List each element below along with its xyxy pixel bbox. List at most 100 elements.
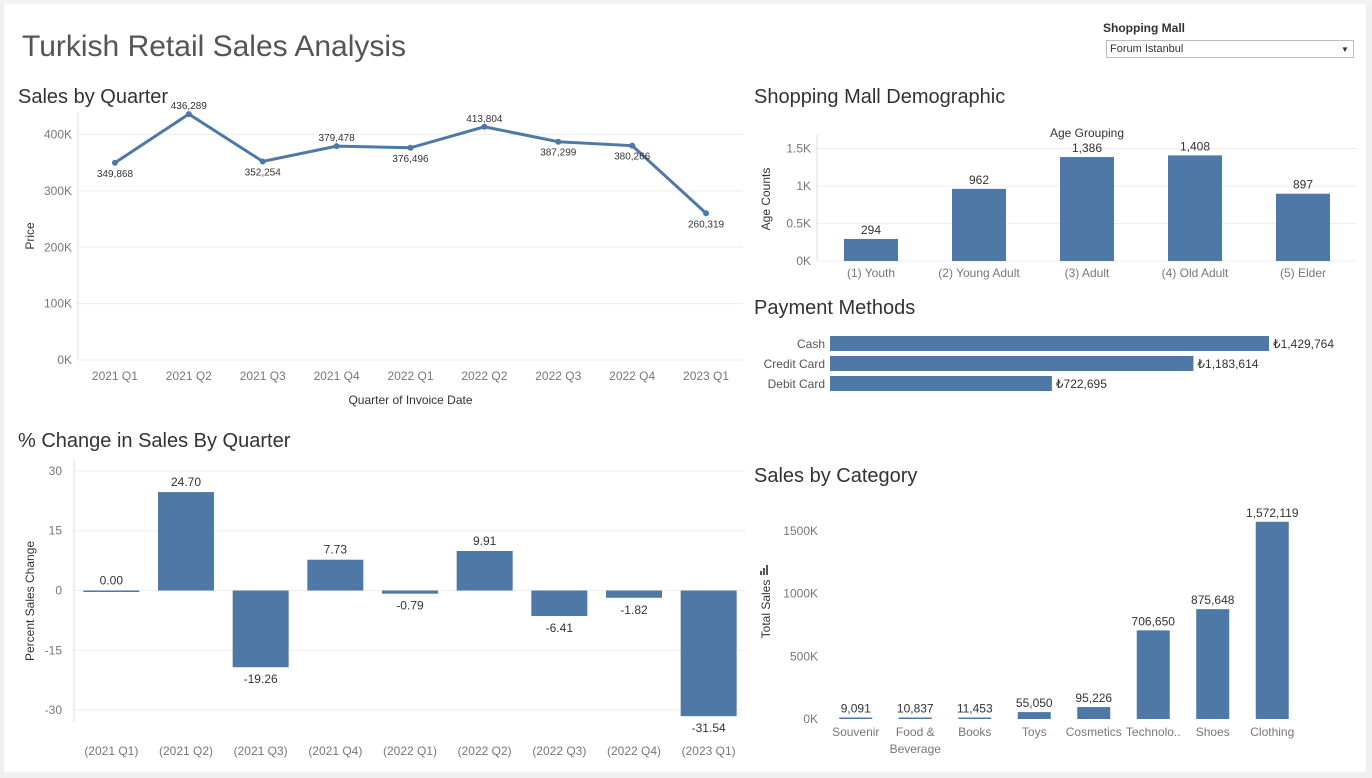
category-data-label: 11,453 bbox=[957, 702, 993, 716]
demo-bar bbox=[844, 238, 898, 261]
pct-ytick: 15 bbox=[49, 524, 63, 538]
category-bar bbox=[1255, 521, 1289, 719]
demo-xtick: (4) Old Adult bbox=[1162, 266, 1229, 280]
pct-bar bbox=[83, 590, 140, 592]
pct-xtick: (2023 Q1) bbox=[682, 744, 736, 758]
pct-xtick: (2022 Q1) bbox=[383, 744, 437, 758]
sales-data-label: 379,478 bbox=[319, 133, 356, 144]
bar-chart-icon bbox=[763, 568, 765, 575]
category-ytick: 500K bbox=[790, 649, 818, 663]
sales-point bbox=[111, 159, 118, 166]
pct-data-label: -19.26 bbox=[244, 672, 278, 686]
demo-data-label: 897 bbox=[1293, 178, 1313, 192]
quarter-xtick: 2022 Q4 bbox=[609, 369, 655, 383]
category-bar bbox=[1136, 630, 1170, 719]
category-xtick: Clothing bbox=[1250, 725, 1294, 739]
demo-ytick: 1.5K bbox=[786, 142, 811, 156]
sales-point bbox=[629, 142, 636, 149]
pct-xtick: (2021 Q4) bbox=[308, 744, 362, 758]
payment-bar bbox=[830, 356, 1194, 371]
pct-bar bbox=[680, 590, 737, 717]
quarter-xtick: 2021 Q2 bbox=[166, 369, 212, 383]
category-ytick: 0K bbox=[803, 712, 818, 726]
demo-xtick: (3) Adult bbox=[1065, 266, 1110, 280]
category-data-label: 10,837 bbox=[897, 702, 934, 716]
payment-category-label: Debit Card bbox=[768, 377, 825, 391]
pct-ytick: -30 bbox=[45, 703, 63, 717]
payment-bar bbox=[830, 376, 1052, 391]
category-data-label: 875,648 bbox=[1191, 593, 1235, 607]
pct-bar bbox=[232, 590, 289, 668]
category-data-label: 1,572,119 bbox=[1246, 506, 1299, 520]
pct-yaxis-title: Percent Sales Change bbox=[23, 541, 37, 661]
pct-bar bbox=[307, 559, 364, 591]
pct-data-label: 9.91 bbox=[473, 534, 497, 548]
quarter-ytick: 0K bbox=[57, 353, 72, 367]
payment-data-label: ₺722,695 bbox=[1056, 377, 1107, 391]
pct-bar bbox=[382, 590, 438, 594]
pct-xtick: (2021 Q2) bbox=[159, 744, 213, 758]
quarter-xtick: 2022 Q1 bbox=[387, 369, 433, 383]
pct-data-label: 7.73 bbox=[324, 543, 348, 557]
pct-ytick: 30 bbox=[49, 464, 63, 478]
pct-data-label: -1.82 bbox=[620, 603, 648, 617]
demo-bar bbox=[952, 188, 1006, 261]
sales-data-label: 349,868 bbox=[97, 169, 134, 180]
demo-data-label: 294 bbox=[861, 223, 881, 237]
demo-yaxis-title: Age Counts bbox=[759, 168, 773, 231]
sales-data-label: 380,266 bbox=[614, 152, 651, 163]
quarter-xaxis-title: Quarter of Invoice Date bbox=[348, 393, 472, 407]
demo-data-label: 1,408 bbox=[1180, 139, 1210, 153]
bar-chart-icon bbox=[760, 571, 762, 575]
pct-xtick: (2021 Q1) bbox=[84, 744, 138, 758]
pct-data-label: 0.00 bbox=[100, 574, 124, 588]
pct-data-label: -0.79 bbox=[396, 599, 424, 613]
category-bar bbox=[898, 717, 932, 719]
bar-chart-icon bbox=[766, 565, 768, 575]
quarter-yaxis-title: Price bbox=[23, 222, 37, 250]
category-xtick: Food & bbox=[896, 725, 935, 739]
demo-data-label: 962 bbox=[969, 173, 989, 187]
charts-canvas: 0K100K200K300K400K349,8682021 Q1436,2892… bbox=[23, 101, 1357, 758]
category-xtick: Technolo.. bbox=[1126, 725, 1181, 739]
quarter-xtick: 2023 Q1 bbox=[683, 369, 729, 383]
demo-bar bbox=[1060, 157, 1114, 261]
demo-bar bbox=[1276, 193, 1330, 261]
payment-bar bbox=[830, 336, 1269, 351]
category-ytick: 1000K bbox=[783, 587, 818, 601]
pct-xtick: (2022 Q4) bbox=[607, 744, 661, 758]
category-xtick: Shoes bbox=[1196, 725, 1230, 739]
sales-data-label: 260,319 bbox=[688, 219, 725, 230]
pct-ytick: -15 bbox=[45, 643, 63, 657]
pct-xtick: (2021 Q3) bbox=[234, 744, 288, 758]
pct-xtick: (2022 Q3) bbox=[532, 744, 586, 758]
category-xtick: Toys bbox=[1022, 725, 1047, 739]
demo-data-label: 1,386 bbox=[1072, 141, 1102, 155]
demo-chart-title: Age Grouping bbox=[1050, 126, 1124, 140]
quarter-xtick: 2021 Q3 bbox=[240, 369, 286, 383]
category-bar bbox=[839, 717, 873, 719]
payment-data-label: ₺1,183,614 bbox=[1197, 357, 1258, 371]
payment-category-label: Cash bbox=[797, 337, 825, 351]
sales-point bbox=[407, 144, 414, 151]
category-xtick: Beverage bbox=[890, 742, 942, 756]
sales-point bbox=[259, 158, 266, 165]
pct-bar bbox=[606, 590, 662, 598]
pct-bar bbox=[531, 590, 588, 617]
pct-xtick: (2022 Q2) bbox=[458, 744, 512, 758]
category-data-label: 55,050 bbox=[1016, 696, 1053, 710]
payment-data-label: ₺1,429,764 bbox=[1273, 337, 1334, 351]
sales-point bbox=[555, 138, 562, 145]
pct-ytick: 0 bbox=[55, 584, 62, 598]
demo-ytick: 1K bbox=[796, 179, 811, 193]
demo-xtick: (2) Young Adult bbox=[938, 266, 1020, 280]
sales-point bbox=[703, 210, 710, 217]
pct-data-label: 24.70 bbox=[171, 475, 201, 489]
quarter-ytick: 400K bbox=[44, 128, 72, 142]
category-bar bbox=[958, 717, 992, 719]
quarter-xtick: 2021 Q4 bbox=[314, 369, 360, 383]
quarter-xtick: 2021 Q1 bbox=[92, 369, 138, 383]
pct-data-label: -6.41 bbox=[546, 621, 574, 635]
quarter-xtick: 2022 Q2 bbox=[461, 369, 507, 383]
category-data-label: 706,650 bbox=[1132, 614, 1176, 628]
